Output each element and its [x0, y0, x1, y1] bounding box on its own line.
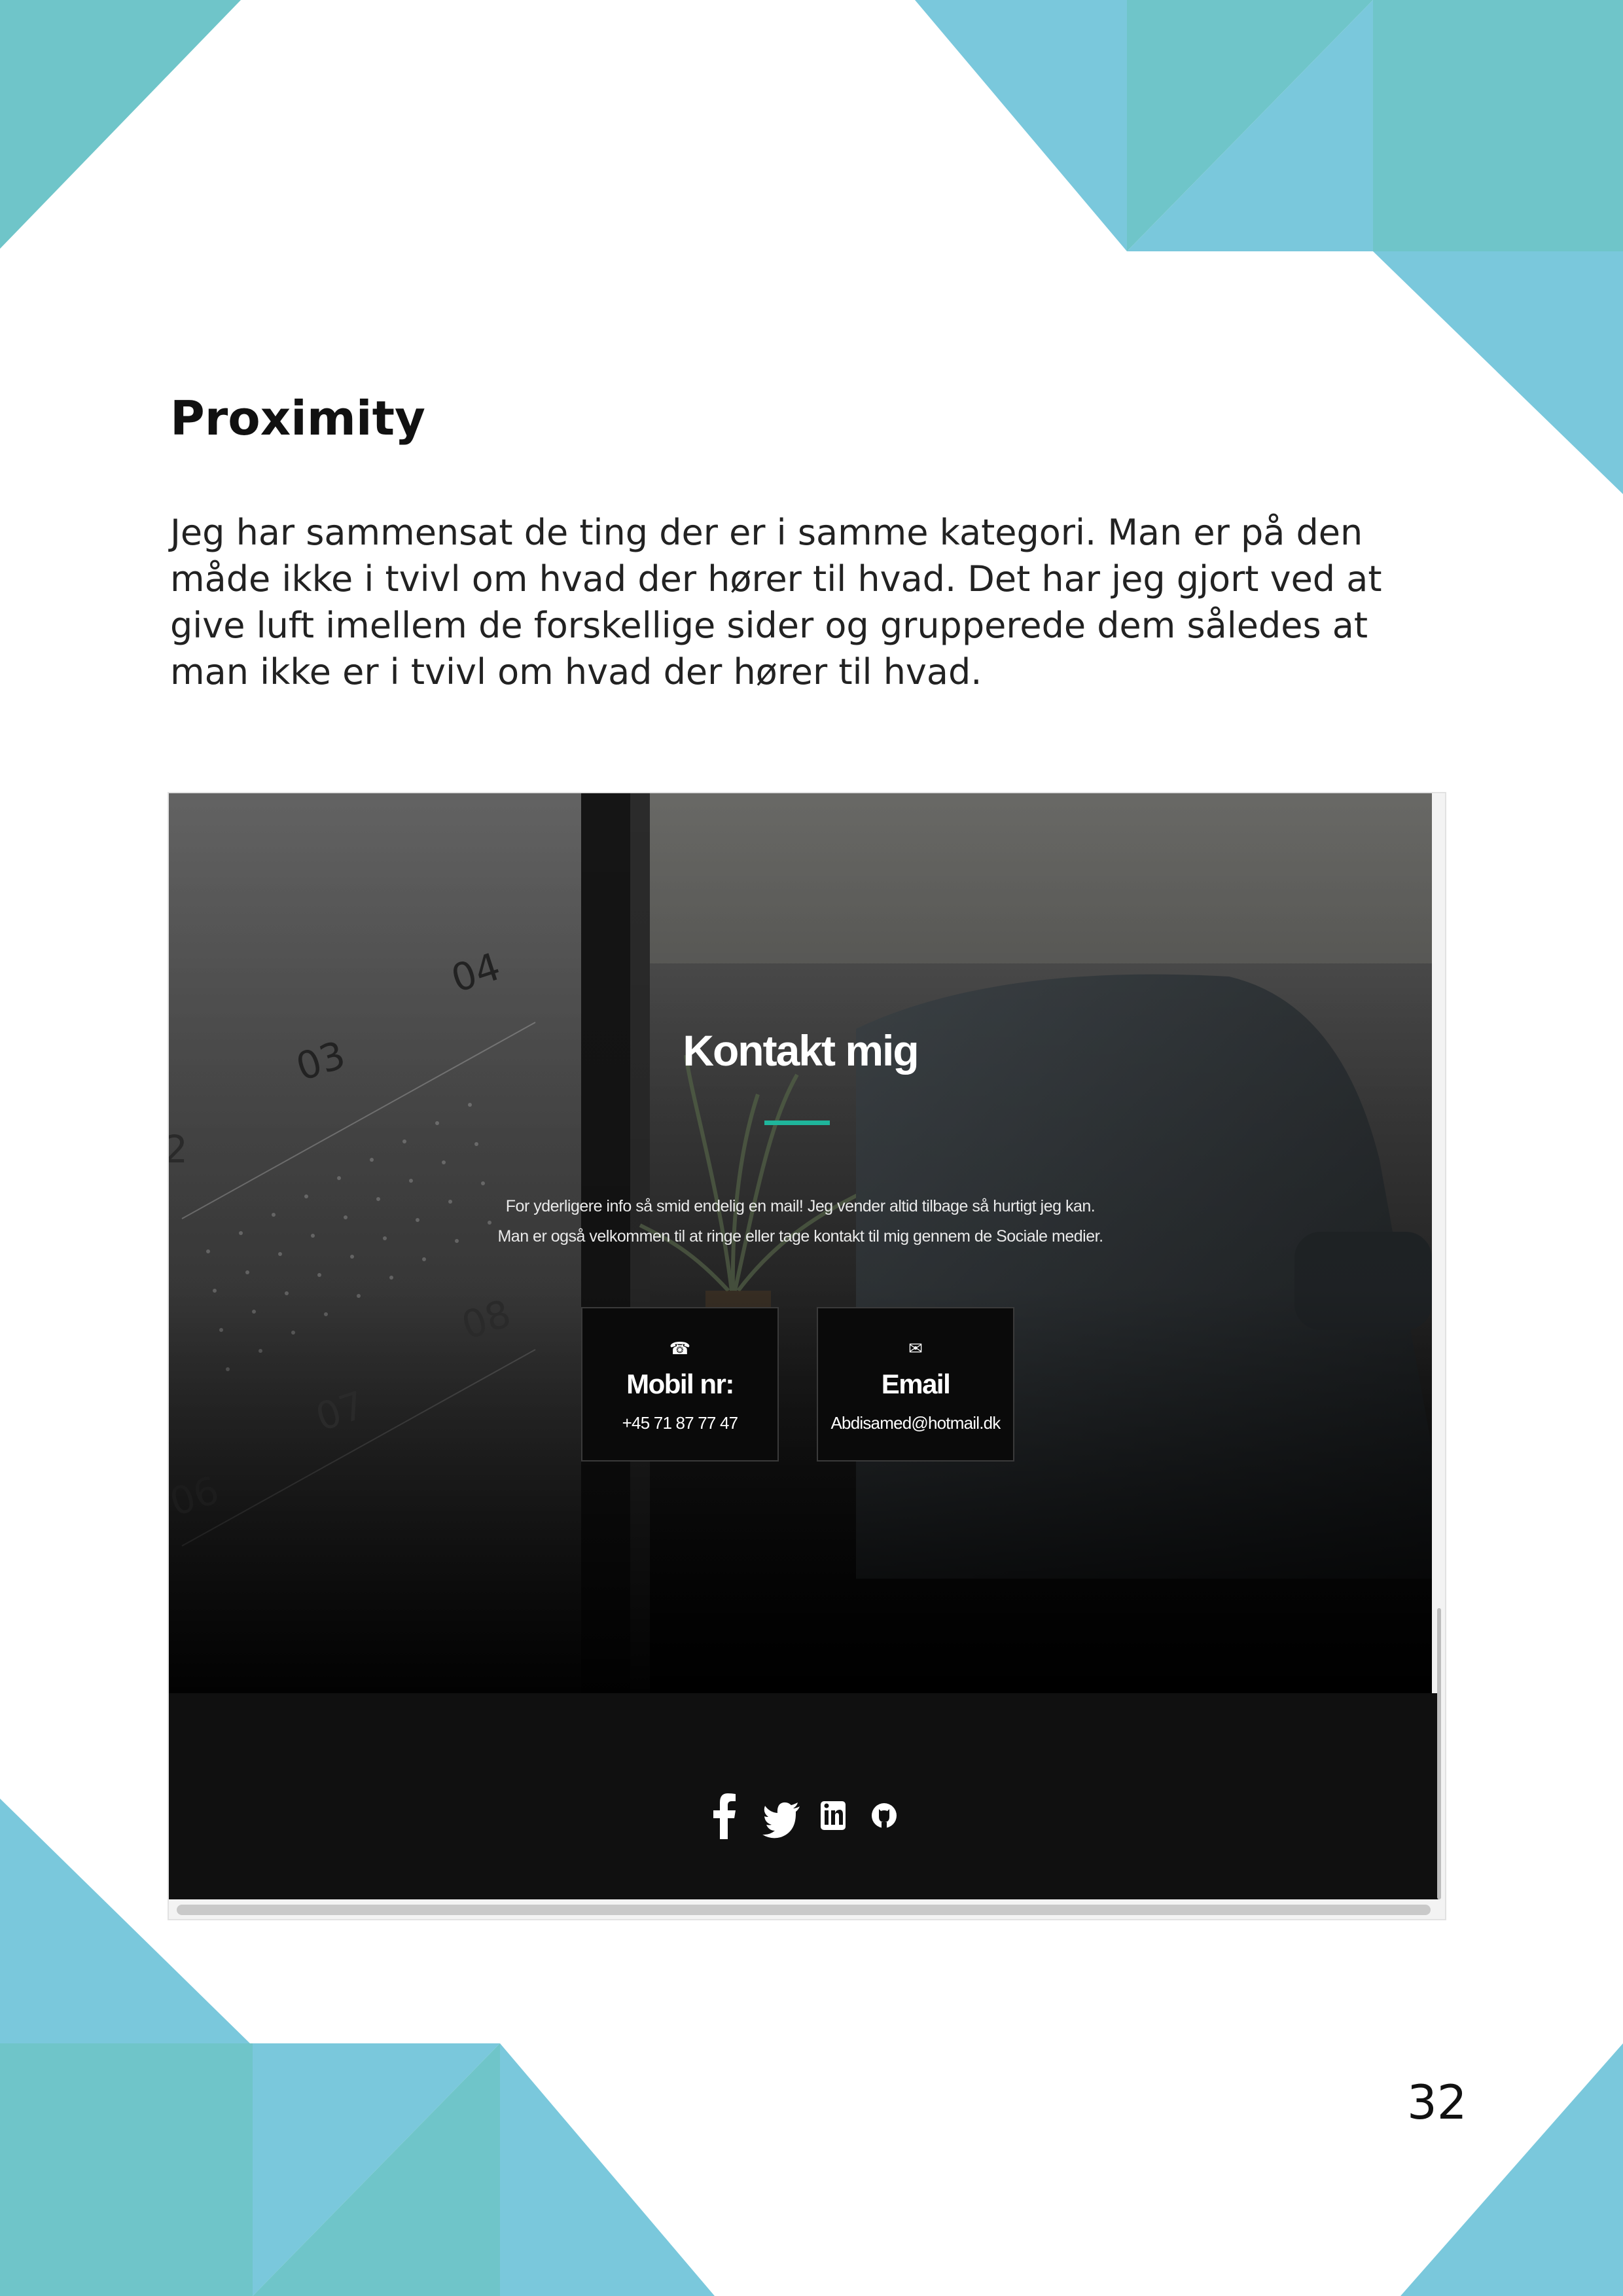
calendar-month-number: 06: [169, 1467, 224, 1525]
envelope-icon: ✉: [908, 1338, 923, 1358]
facebook-icon[interactable]: [709, 1793, 740, 1839]
title-accent-underline: [764, 1121, 830, 1125]
body-line: man ikke er i tvivl om hvad der hører ti…: [170, 651, 982, 692]
email-card[interactable]: ✉ Email Abdisamed@hotmail.dk: [817, 1307, 1014, 1462]
description-line: Man er også velkommen til at ringe eller…: [497, 1227, 1103, 1246]
phone-icon: ☎: [669, 1338, 691, 1358]
body-paragraph: Jeg har sammensat de ting der er i samme…: [170, 509, 1486, 695]
website-screenshot: 04 03 08 07 06 2 Kontakt mig For yderlig…: [168, 792, 1446, 1920]
email-card-title: Email: [881, 1369, 951, 1399]
phone-number[interactable]: +45 71 87 77 47: [582, 1413, 777, 1433]
contact-hero-section: 04 03 08 07 06 2 Kontakt mig For yderlig…: [169, 793, 1432, 1693]
site-footer: [169, 1693, 1438, 1899]
page-heading: Proximity: [170, 391, 425, 446]
body-line: give luft imellem de forskellige sider o…: [170, 605, 1368, 646]
body-line: Jeg har sammensat de ting der er i samme…: [170, 512, 1363, 553]
phone-card[interactable]: ☎ Mobil nr: +45 71 87 77 47: [581, 1307, 779, 1462]
vertical-scrollbar[interactable]: [1437, 1608, 1441, 1899]
twitter-icon[interactable]: [762, 1793, 800, 1839]
page-number: 32: [1407, 2075, 1467, 2130]
calendar-month-number: 2: [169, 1127, 188, 1172]
body-line: måde ikke i tvivl om hvad der hører til …: [170, 558, 1382, 600]
description-line: For yderligere info så smid endelig en m…: [505, 1197, 1096, 1215]
email-address[interactable]: Abdisamed@hotmail.dk: [818, 1413, 1013, 1433]
phone-card-title: Mobil nr:: [626, 1369, 734, 1399]
calendar-month-number: 08: [456, 1291, 516, 1348]
calendar-month-number: 04: [446, 944, 506, 1001]
github-icon[interactable]: [869, 1793, 899, 1839]
contact-description: For yderligere info så smid endelig en m…: [169, 1191, 1432, 1251]
calendar-month-number: 07: [310, 1382, 370, 1440]
linkedin-icon[interactable]: [818, 1793, 848, 1839]
contact-title: Kontakt mig: [683, 1026, 919, 1075]
horizontal-scrollbar[interactable]: [177, 1905, 1431, 1915]
